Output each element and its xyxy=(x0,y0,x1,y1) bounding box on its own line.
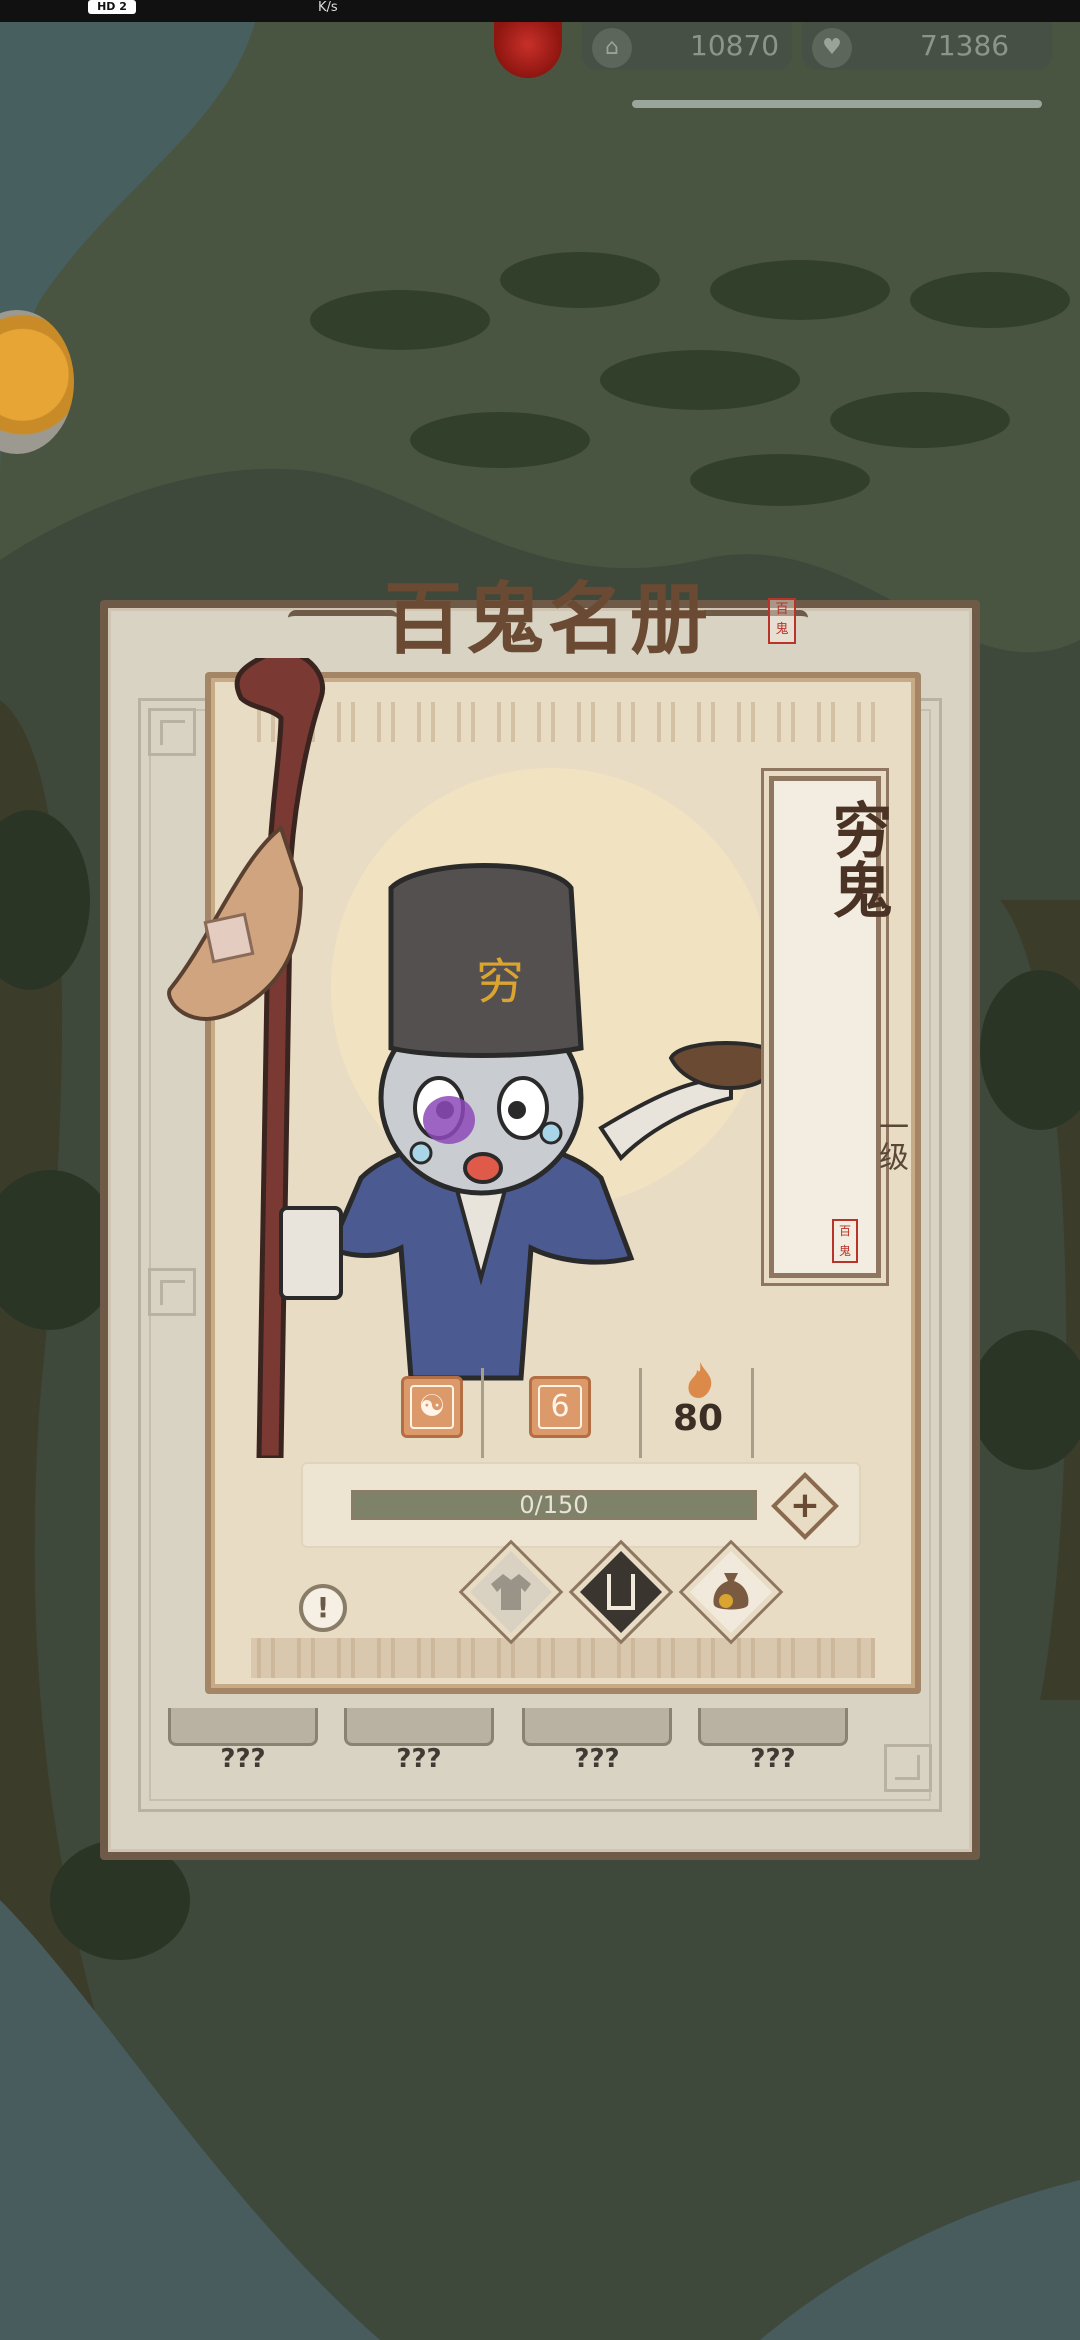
plus-icon: + xyxy=(789,1485,821,1526)
locked-ghost-card[interactable] xyxy=(344,1708,494,1746)
card-border-pattern xyxy=(251,1638,875,1678)
life-counter: ♥ 71386 xyxy=(802,22,1052,70)
locked-ghost-label: ??? xyxy=(396,1744,442,1774)
gold-counter: ⌂ 10870 xyxy=(582,22,792,70)
locked-ghost-card[interactable] xyxy=(522,1708,672,1746)
exp-text: 0/150 xyxy=(519,1491,589,1519)
roster-title: 百鬼名册 百鬼 xyxy=(228,570,868,670)
fire-value: 80 xyxy=(673,1398,724,1439)
life-value: 71386 xyxy=(920,29,1010,62)
ghost-stats: ☯ 6 80 xyxy=(401,1362,781,1458)
hat-glyph: 穷 xyxy=(476,954,524,1010)
hd-badge: HD 2 xyxy=(88,0,136,14)
locked-ghost-label: ??? xyxy=(220,1744,266,1774)
status-bar: HD 2 K/s xyxy=(0,0,1080,22)
exp-bar: 0/150 xyxy=(351,1490,757,1520)
ghost-card: 穷 穷鬼 一级 百鬼 ☯ 6 80 0/150 + ! xyxy=(167,658,921,1694)
exp-panel: 0/150 + xyxy=(301,1462,861,1548)
rank-value: 6 xyxy=(538,1385,582,1429)
offering-bag-button[interactable] xyxy=(682,1543,780,1641)
ghost-name-plaque: 穷鬼 一级 百鬼 xyxy=(769,776,908,1278)
locked-ghost-card[interactable] xyxy=(698,1708,848,1746)
add-exp-button[interactable]: + xyxy=(771,1472,839,1540)
robe-icon xyxy=(491,1574,531,1610)
info-button[interactable]: ! xyxy=(299,1584,347,1632)
rank-badge[interactable]: 6 xyxy=(529,1376,591,1438)
equip-robe-button[interactable] xyxy=(462,1543,560,1641)
poor-ghost-illustration: 穷 xyxy=(167,658,784,1458)
roster-title-text: 百鬼名册 xyxy=(383,574,712,665)
locked-ghost-row: ??? ??? ??? ??? xyxy=(168,1708,928,1778)
stat-divider xyxy=(481,1368,484,1458)
name-seal: 百鬼 xyxy=(832,1219,858,1263)
temple-coin-icon: ⌂ xyxy=(592,28,632,68)
gold-value: 10870 xyxy=(690,29,780,62)
net-speed: K/s xyxy=(318,0,338,15)
stat-divider xyxy=(639,1368,642,1458)
yin-yang-icon: ☯ xyxy=(410,1385,454,1429)
money-bag-icon xyxy=(713,1573,749,1610)
fire-icon xyxy=(688,1362,712,1398)
element-badge[interactable]: ☯ xyxy=(401,1376,463,1438)
stat-divider xyxy=(751,1368,754,1458)
locked-ghost-label: ??? xyxy=(750,1744,796,1774)
ghost-name: 穷鬼 xyxy=(822,799,892,919)
roster-title-seal: 百鬼 xyxy=(768,598,796,644)
ghost-level: 一级 xyxy=(873,1111,908,1171)
locked-ghost-label: ??? xyxy=(574,1744,620,1774)
hud-progress-bar xyxy=(632,100,1042,108)
heart-icon: ♥ xyxy=(812,28,852,68)
locked-ghost-card[interactable] xyxy=(168,1708,318,1746)
book-icon xyxy=(607,1574,635,1610)
lore-book-button[interactable] xyxy=(572,1543,670,1641)
